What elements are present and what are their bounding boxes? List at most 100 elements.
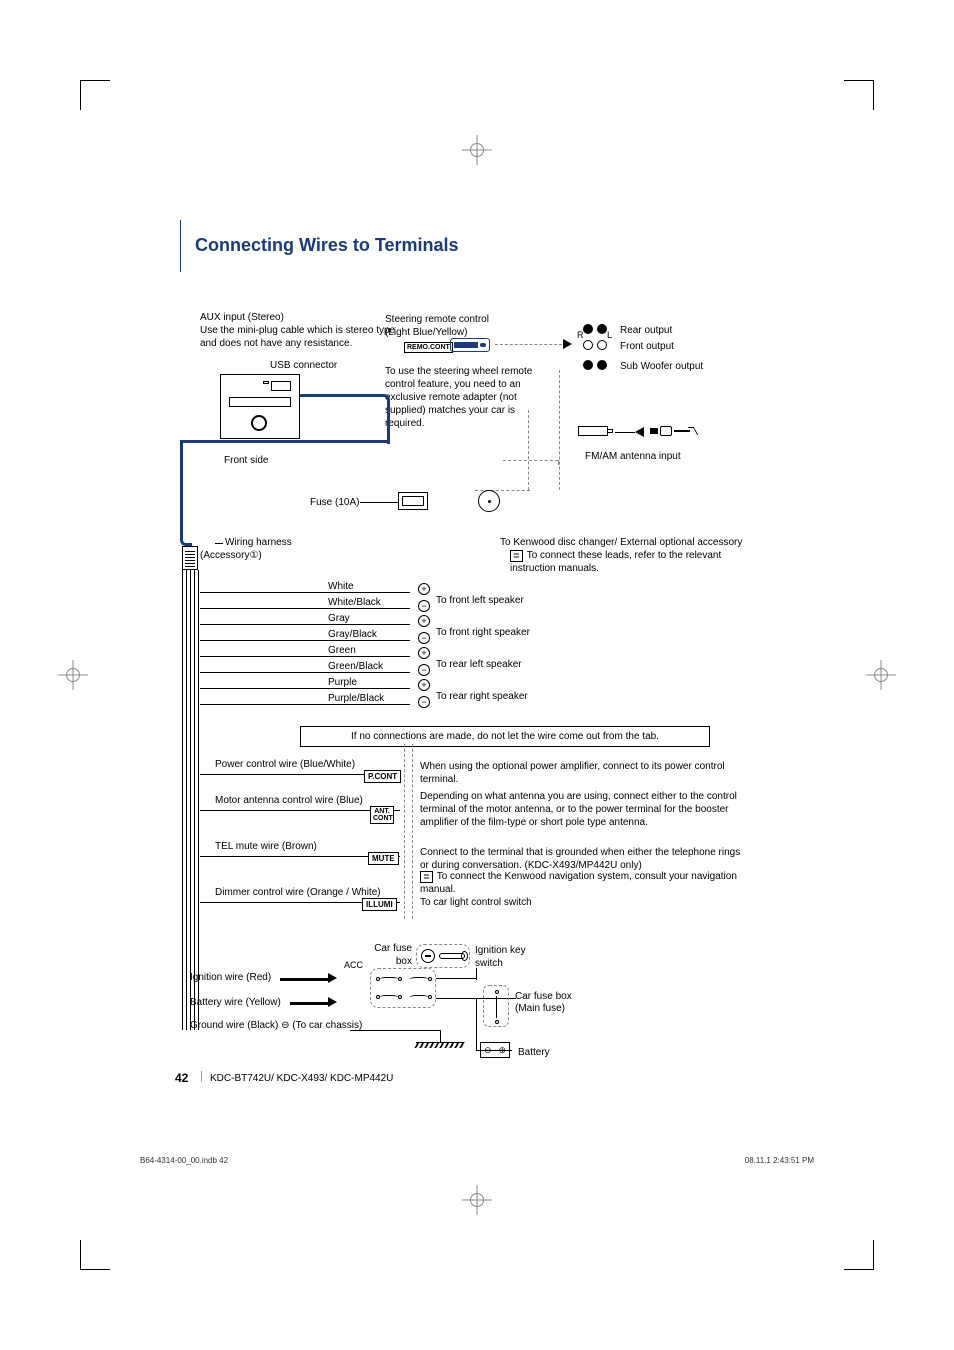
remote-title: Steering remote control bbox=[385, 313, 545, 326]
crop-mark bbox=[844, 80, 874, 110]
changer-line2: ≣To connect these leads, refer to the re… bbox=[510, 549, 760, 575]
footer-models: KDC-BT742U/ KDC-X493/ KDC-MP442U bbox=[210, 1073, 393, 1084]
aux-desc: Use the mini-plug cable which is stereo … bbox=[200, 324, 400, 350]
ant-tag-1: ANT. bbox=[374, 808, 390, 815]
manual-icon: ≣ bbox=[510, 550, 523, 562]
rca-rear: Rear output bbox=[620, 324, 672, 337]
page-number: 42 bbox=[175, 1071, 188, 1085]
rca-block: R L Rear output Front output Sub Woofer … bbox=[575, 322, 775, 378]
ground-stem bbox=[440, 1030, 441, 1042]
harness-trunk bbox=[182, 570, 202, 1020]
ignition-wire: Ignition wire (Red) bbox=[190, 971, 271, 984]
indb-footer: B64-4314-00_00.indb 42 bbox=[140, 1156, 228, 1165]
tab-note: If no connections are made, do not let t… bbox=[300, 726, 710, 747]
antenna-label: FM/AM antenna input bbox=[585, 450, 681, 463]
main-lead-h bbox=[180, 440, 390, 443]
wire-line bbox=[200, 688, 410, 689]
wire-line bbox=[200, 624, 410, 625]
harness-connector-icon bbox=[182, 546, 198, 570]
minus-icon: − bbox=[418, 664, 430, 676]
rca-l: L bbox=[607, 330, 612, 342]
aux-title: AUX input (Stereo) bbox=[200, 311, 380, 324]
wire-line bbox=[200, 704, 410, 705]
registration-mark bbox=[467, 1190, 487, 1210]
battery-icon: ⊖ ⊕ bbox=[480, 1042, 510, 1058]
wire-line bbox=[200, 592, 410, 593]
ground-symbol bbox=[416, 1042, 464, 1056]
plus-icon: + bbox=[418, 615, 430, 627]
unit-back-step-v bbox=[558, 460, 559, 465]
wire-line bbox=[200, 672, 410, 673]
registration-mark bbox=[467, 140, 487, 160]
plus-icon: + bbox=[418, 679, 430, 691]
antenna-jack-icon bbox=[650, 425, 690, 437]
mute-desc2-text: To connect the Kenwood navigation system… bbox=[420, 871, 737, 895]
changer-line2-text: To connect these leads, refer to the rel… bbox=[510, 550, 721, 574]
title-separator bbox=[180, 220, 181, 272]
fuse-lead bbox=[360, 502, 398, 503]
antenna-line bbox=[615, 432, 635, 433]
speaker-fr: To front right speaker bbox=[436, 626, 530, 639]
harness-label: Wiring harness bbox=[225, 536, 292, 549]
arrow-icon bbox=[328, 973, 337, 983]
pcont-label: Power control wire (Blue/White) bbox=[215, 758, 355, 771]
crop-mark bbox=[844, 1240, 874, 1270]
rca-sub: Sub Woofer output bbox=[620, 360, 703, 373]
unit-back-outline bbox=[370, 370, 560, 490]
main-lead bbox=[180, 440, 192, 546]
ignition-key-label: Ignition key switch bbox=[475, 944, 555, 970]
harness-accessory: (Accessory①) bbox=[200, 549, 262, 562]
ant-desc: Depending on what antenna you are using,… bbox=[420, 790, 750, 829]
ground-wire: Ground wire (Black) ⊖ (To car chassis) bbox=[190, 1019, 362, 1032]
minus-icon: − bbox=[418, 600, 430, 612]
mute-desc2: ≣To connect the Kenwood navigation syste… bbox=[420, 870, 740, 896]
tag-divider bbox=[404, 744, 405, 919]
rca-front: Front output bbox=[620, 340, 674, 353]
gnd-path bbox=[350, 1030, 440, 1031]
unit-back-outline-right bbox=[528, 410, 529, 490]
main-fuse: (Main fuse) bbox=[515, 1002, 595, 1015]
battery-label: Battery bbox=[518, 1046, 550, 1059]
ign-path bbox=[436, 978, 476, 979]
main-fuse-icon bbox=[483, 985, 509, 1027]
minus-icon: − bbox=[418, 632, 430, 644]
dimmer-tag: ILLUMI bbox=[362, 898, 397, 911]
din-connector-icon bbox=[478, 490, 500, 512]
changer-line1: To Kenwood disc changer/ External option… bbox=[500, 536, 770, 549]
antenna-plug-icon bbox=[578, 426, 608, 436]
harness-lead bbox=[215, 543, 223, 544]
remote-connector-icon bbox=[450, 338, 490, 352]
speaker-fl: To front left speaker bbox=[436, 594, 524, 607]
ign-path-up bbox=[476, 968, 477, 980]
minus-icon: − bbox=[418, 696, 430, 708]
bat-line bbox=[290, 1002, 330, 1005]
timestamp-footer: 08.11.1 2:43:51 PM bbox=[745, 1156, 814, 1165]
registration-mark bbox=[871, 665, 891, 685]
usb-label: USB connector bbox=[270, 359, 337, 372]
mute-label: TEL mute wire (Brown) bbox=[215, 840, 317, 853]
bat-down bbox=[476, 998, 477, 1050]
rca-lead bbox=[495, 344, 567, 345]
fuse-icon bbox=[398, 492, 428, 510]
mute-desc1: Connect to the terminal that is grounded… bbox=[420, 846, 750, 872]
fuse-label: Fuse (10A) bbox=[310, 496, 359, 509]
car-fuse-box-icon bbox=[370, 968, 436, 1008]
acc-label: ACC bbox=[344, 960, 363, 972]
arrow-icon bbox=[635, 427, 644, 437]
manual-icon: ≣ bbox=[420, 871, 433, 883]
crop-mark bbox=[80, 80, 110, 110]
ignition-switch-icon bbox=[416, 944, 470, 968]
unit-back-step bbox=[503, 460, 558, 461]
dimmer-label: Dimmer control wire (Orange / White) bbox=[215, 886, 381, 899]
front-side-label: Front side bbox=[224, 454, 268, 467]
arrow-icon bbox=[328, 997, 337, 1007]
wire-line bbox=[200, 608, 410, 609]
main-lead-top bbox=[300, 394, 390, 444]
plus-icon: + bbox=[418, 647, 430, 659]
rca-r: R bbox=[577, 330, 584, 342]
ant-tag-2: CONT bbox=[373, 815, 393, 822]
ant-label: Motor antenna control wire (Blue) bbox=[215, 794, 363, 807]
mute-tag: MUTE bbox=[368, 852, 399, 865]
car-fuse-box: Car fuse box bbox=[362, 942, 412, 968]
footer-separator: | bbox=[200, 1070, 203, 1082]
